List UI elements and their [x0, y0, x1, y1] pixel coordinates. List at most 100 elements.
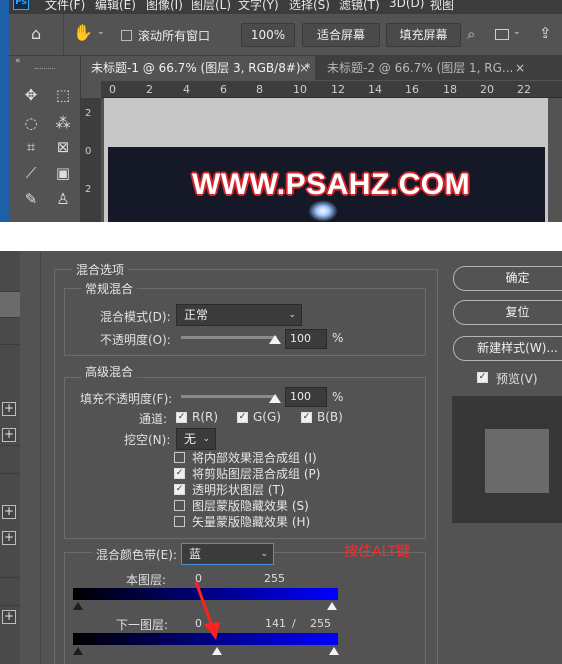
- frame-tool-icon[interactable]: ⊠: [53, 137, 73, 157]
- search-icon[interactable]: ⌕: [467, 25, 475, 43]
- scroll-all-label: 滚动所有窗口: [138, 29, 211, 43]
- move-tool-icon[interactable]: ✥: [21, 85, 41, 105]
- add-style-button[interactable]: +: [2, 402, 16, 416]
- divider: [0, 317, 20, 318]
- fill-opacity-slider-track[interactable]: [181, 395, 277, 398]
- menu-view[interactable]: 视图: [430, 0, 454, 13]
- tab-document-2[interactable]: 未标题-2 @ 66.7% (图层 1, RG... ×: [317, 56, 529, 80]
- divider: [0, 605, 20, 606]
- transparency-shapes-checkbox[interactable]: ✓: [174, 484, 185, 495]
- knockout-select[interactable]: 无 ⌄: [176, 428, 216, 450]
- blend-if-select[interactable]: 蓝 ⌄: [181, 543, 274, 565]
- chevron-down-icon[interactable]: ⌄: [513, 27, 521, 37]
- blend-mode-label: 混合模式(D):: [100, 310, 171, 324]
- layer-mask-hides-checkbox[interactable]: [174, 500, 185, 511]
- fill-screen-button[interactable]: 填充屏幕: [386, 23, 461, 47]
- advanced-blending-legend: 高级混合: [81, 363, 138, 380]
- transparency-shapes-label: 透明形状图层 (T): [192, 483, 285, 497]
- stamp-tool-icon[interactable]: ♙: [53, 189, 73, 209]
- photoshop-window: Ps 文件(F) 编辑(E) 图像(I) 图层(L) 文字(Y) 选择(S) 滤…: [0, 0, 562, 222]
- add-style-button[interactable]: +: [2, 610, 16, 624]
- lasso-tool-icon[interactable]: ◌: [21, 113, 41, 133]
- ruler-tick: 0: [109, 83, 116, 96]
- menu-filter[interactable]: 滤镜(T): [339, 0, 380, 13]
- menu-file[interactable]: 文件(F): [45, 0, 85, 13]
- underlying-split-slider[interactable]: [212, 647, 222, 655]
- chevron-down-icon[interactable]: ⌄: [97, 27, 105, 37]
- menu-image[interactable]: 图像(I): [146, 0, 183, 13]
- menu-3d[interactable]: 3D(D): [389, 0, 424, 10]
- vector-mask-hides-checkbox[interactable]: [174, 516, 185, 527]
- opacity-label: 不透明度(O):: [100, 333, 171, 347]
- menu-edit[interactable]: 编辑(E): [95, 0, 136, 13]
- underlying-split-value: 141: [265, 617, 286, 630]
- opacity-slider-track[interactable]: [181, 336, 277, 339]
- add-style-button[interactable]: +: [2, 531, 16, 545]
- magic-wand-tool-icon[interactable]: ⁂: [53, 113, 73, 133]
- hand-tool-icon[interactable]: ✋: [73, 23, 93, 42]
- healing-brush-tool-icon[interactable]: ▣: [53, 163, 73, 183]
- canvas-text: WWW.PSAHZ.COM: [192, 168, 471, 201]
- opacity-slider-thumb[interactable]: [269, 335, 281, 344]
- this-layer-high-value: 255: [264, 572, 285, 585]
- style-list-selected[interactable]: [0, 291, 20, 317]
- home-icon[interactable]: ⌂: [31, 24, 41, 43]
- menu-select[interactable]: 选择(S): [289, 0, 330, 13]
- brush-tool-icon[interactable]: ✎: [21, 189, 41, 209]
- panel-grip[interactable]: [35, 68, 55, 70]
- menu-layer[interactable]: 图层(L): [191, 0, 231, 13]
- panel-collapse-icon[interactable]: «: [15, 56, 21, 66]
- add-style-button[interactable]: +: [2, 428, 16, 442]
- ruler-tick: 4: [183, 83, 190, 96]
- underlying-black-slider[interactable]: [73, 647, 83, 655]
- fill-opacity-slider-thumb[interactable]: [269, 394, 281, 403]
- zoom-field[interactable]: 100%: [241, 23, 295, 47]
- menu-bar: Ps 文件(F) 编辑(E) 图像(I) 图层(L) 文字(Y) 选择(S) 滤…: [9, 0, 562, 14]
- style-list: [0, 251, 20, 664]
- blend-interior-checkbox[interactable]: [174, 452, 185, 463]
- menu-type[interactable]: 文字(Y): [238, 0, 279, 13]
- style-preview-swatch: [485, 429, 549, 493]
- share-icon[interactable]: ⇪: [539, 24, 552, 42]
- divider: [0, 473, 20, 474]
- this-layer-white-slider[interactable]: [327, 602, 337, 610]
- underlying-white-slider[interactable]: [329, 647, 339, 655]
- eyedropper-tool-icon[interactable]: ⟋: [21, 163, 41, 183]
- tools-panel: « ✥ ⬚ ◌ ⁂ ⌗ ⊠ ⟋ ▣ ✎ ♙: [9, 56, 81, 222]
- crop-tool-icon[interactable]: ⌗: [21, 137, 41, 157]
- channel-r-checkbox[interactable]: ✓: [176, 412, 187, 423]
- ruler-tick: 20: [480, 83, 494, 96]
- ok-button[interactable]: 确定: [453, 266, 562, 291]
- blend-mode-select[interactable]: 正常 ⌄: [176, 304, 302, 326]
- divider: [0, 577, 20, 578]
- channel-g-checkbox[interactable]: ✓: [237, 412, 248, 423]
- opacity-input[interactable]: 100: [285, 329, 327, 349]
- underlying-layer-label: 下一图层:: [116, 618, 169, 632]
- scroll-all-checkbox[interactable]: [121, 30, 132, 41]
- marquee-tool-icon[interactable]: ⬚: [53, 85, 73, 105]
- blend-mode-value: 正常: [184, 308, 209, 322]
- knockout-value: 无: [184, 432, 197, 446]
- chevron-down-icon: ⌄: [288, 310, 296, 320]
- close-icon[interactable]: ×: [299, 56, 309, 80]
- blend-clipped-checkbox[interactable]: ✓: [174, 468, 185, 479]
- ruler-tick: 22: [517, 83, 531, 96]
- reset-button[interactable]: 复位: [453, 300, 562, 325]
- fill-opacity-input[interactable]: 100: [285, 387, 327, 407]
- horizontal-ruler: 0 2 4 6 8 10 12 14 16 18 20 22: [101, 81, 562, 98]
- add-style-button[interactable]: +: [2, 505, 16, 519]
- preview-label: 预览(V): [496, 372, 538, 386]
- percent-label: %: [332, 331, 344, 345]
- blend-clipped-label: 将剪贴图层混合成组 (P): [192, 467, 321, 481]
- channel-b-checkbox[interactable]: ✓: [301, 412, 312, 423]
- annotation-arrow-icon: [194, 581, 220, 640]
- screen-mode-icon[interactable]: [495, 29, 509, 40]
- photoshop-logo-icon: Ps: [13, 0, 29, 10]
- fit-screen-button[interactable]: 适合屏幕: [302, 23, 380, 47]
- this-layer-black-slider[interactable]: [73, 602, 83, 610]
- tab-document-1[interactable]: 未标题-1 @ 66.7% (图层 3, RGB/8#) * ×: [81, 56, 315, 80]
- preview-checkbox[interactable]: ✓: [477, 372, 488, 383]
- slash-separator: /: [292, 617, 296, 630]
- close-icon[interactable]: ×: [515, 56, 525, 80]
- new-style-button[interactable]: 新建样式(W)...: [453, 336, 562, 361]
